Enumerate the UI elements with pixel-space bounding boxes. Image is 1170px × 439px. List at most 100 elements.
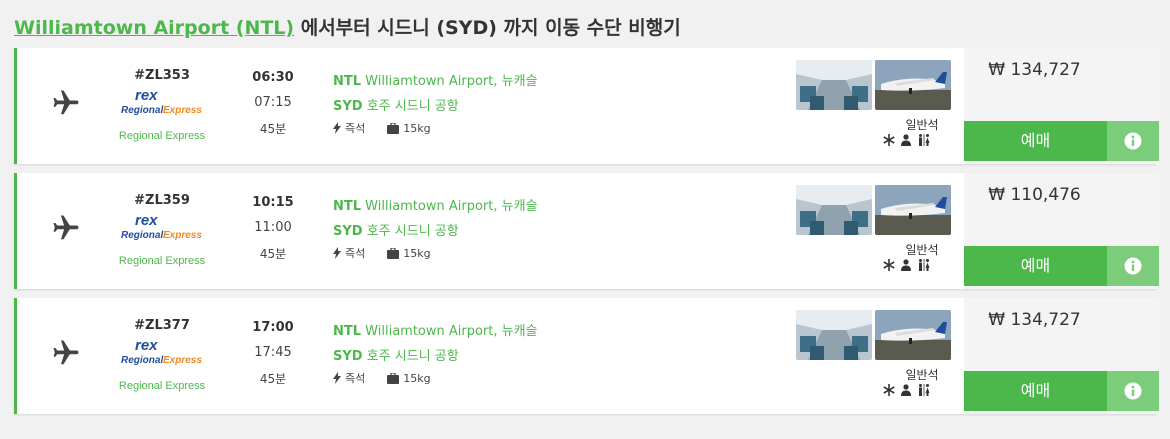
info-button[interactable] xyxy=(1107,121,1159,161)
flight-card: #ZL377 rex Regional Express Regional Exp… xyxy=(14,298,1159,414)
svg-text:Express: Express xyxy=(163,230,202,241)
cabin-amenities xyxy=(883,384,931,396)
heading-rest: 에서부터 시드니 (SYD) 까지 이동 수단 비행기 xyxy=(294,17,681,39)
origin-code: NTL xyxy=(333,74,362,89)
svg-text:rex: rex xyxy=(135,87,158,104)
airplane-icon xyxy=(53,90,79,115)
airline-name: Regional Express xyxy=(118,380,206,392)
svg-text:rex: rex xyxy=(135,337,158,354)
aircraft-photo[interactable] xyxy=(875,60,951,110)
luggage-icon xyxy=(387,247,400,259)
destination-name: 호주 시드니 공항 xyxy=(366,349,459,364)
luggage-icon xyxy=(387,372,400,384)
svg-text:Regional: Regional xyxy=(121,355,163,366)
airplane-icon xyxy=(53,340,79,365)
origin-code: NTL xyxy=(333,324,362,339)
svg-text:Express: Express xyxy=(163,105,202,116)
flight-card: #ZL353 rex Regional Express Regional Exp… xyxy=(14,48,1159,164)
arrival-time: 17:45 xyxy=(254,345,292,360)
restroom-icon xyxy=(919,259,930,271)
seat-class: 일반석 xyxy=(905,243,939,257)
cabin-amenities xyxy=(883,134,931,146)
arrival-time: 11:00 xyxy=(254,220,292,235)
origin-code: NTL xyxy=(333,199,362,214)
bag-label: 15kg xyxy=(403,121,431,135)
amenities: 즉석 15kg xyxy=(333,370,431,386)
destination-code: SYD xyxy=(333,224,363,239)
origin-name: Williamtown Airport, 뉴캐슬 xyxy=(365,74,538,89)
cabin-photo[interactable] xyxy=(796,185,872,235)
duration: 45분 xyxy=(259,122,287,136)
info-icon xyxy=(1124,382,1142,400)
person-icon xyxy=(901,134,911,146)
info-button[interactable] xyxy=(1107,246,1159,286)
destination-route: SYD 호주 시드니 공항 xyxy=(333,95,459,114)
origin-name: Williamtown Airport, 뉴캐슬 xyxy=(365,199,538,214)
airplane-icon xyxy=(53,215,79,240)
restroom-icon xyxy=(919,134,930,146)
bag-label: 15kg xyxy=(403,371,431,385)
origin-name: Williamtown Airport, 뉴캐슬 xyxy=(365,324,538,339)
destination-code: SYD xyxy=(333,99,363,114)
info-button[interactable] xyxy=(1107,371,1159,411)
cabin-photo[interactable] xyxy=(796,60,872,110)
seat-class: 일반석 xyxy=(905,368,939,382)
flight-number: #ZL377 xyxy=(134,318,190,333)
destination-route: SYD 호주 시드니 공항 xyxy=(333,220,459,239)
airline-logo: rex Regional Express xyxy=(121,337,202,366)
destination-code: SYD xyxy=(333,349,363,364)
airline-logo: rex Regional Express xyxy=(121,212,202,241)
person-icon xyxy=(901,259,911,271)
amenities: 즉석 15kg xyxy=(333,245,431,261)
departure-time: 10:15 xyxy=(252,195,294,210)
duration: 45분 xyxy=(259,372,287,386)
origin-airport-link[interactable]: Williamtown Airport (NTL) xyxy=(14,17,294,39)
price: ₩ 134,727 xyxy=(988,310,1081,330)
seat-label: 즉석 xyxy=(345,122,366,135)
departure-time: 06:30 xyxy=(252,70,294,85)
snowflake-icon xyxy=(883,259,895,271)
book-button[interactable]: 예매 xyxy=(964,121,1107,161)
book-button[interactable]: 예매 xyxy=(964,371,1107,411)
snowflake-icon xyxy=(883,384,895,396)
lightning-icon xyxy=(333,122,341,134)
aircraft-photo[interactable] xyxy=(875,185,951,235)
arrival-time: 07:15 xyxy=(254,95,292,110)
departure-time: 17:00 xyxy=(252,320,294,335)
book-button[interactable]: 예매 xyxy=(964,246,1107,286)
cabin-photo[interactable] xyxy=(796,310,872,360)
aircraft-photo[interactable] xyxy=(875,310,951,360)
origin-route: NTL Williamtown Airport, 뉴캐슬 xyxy=(333,320,538,339)
person-icon xyxy=(901,384,911,396)
bag-label: 15kg xyxy=(403,246,431,260)
destination-name: 호주 시드니 공항 xyxy=(366,224,459,239)
snowflake-icon xyxy=(883,134,895,146)
seat-class: 일반석 xyxy=(905,118,939,132)
duration: 45분 xyxy=(259,247,287,261)
amenities: 즉석 15kg xyxy=(333,120,431,136)
flight-number: #ZL359 xyxy=(134,193,190,208)
airline-name: Regional Express xyxy=(118,255,206,267)
info-icon xyxy=(1124,257,1142,275)
price: ₩ 110,476 xyxy=(988,185,1081,205)
restroom-icon xyxy=(919,384,930,396)
cabin-amenities xyxy=(883,259,931,271)
lightning-icon xyxy=(333,247,341,259)
price: ₩ 134,727 xyxy=(988,60,1081,80)
svg-text:Express: Express xyxy=(163,355,202,366)
destination-name: 호주 시드니 공항 xyxy=(366,99,459,114)
svg-text:Regional: Regional xyxy=(121,230,163,241)
luggage-icon xyxy=(387,122,400,134)
info-icon xyxy=(1124,132,1142,150)
destination-route: SYD 호주 시드니 공항 xyxy=(333,345,459,364)
airline-name: Regional Express xyxy=(118,130,206,142)
flight-card: #ZL359 rex Regional Express Regional Exp… xyxy=(14,173,1159,289)
origin-route: NTL Williamtown Airport, 뉴캐슬 xyxy=(333,195,538,214)
seat-label: 즉석 xyxy=(345,372,366,385)
lightning-icon xyxy=(333,372,341,384)
svg-text:Regional: Regional xyxy=(121,105,163,116)
seat-label: 즉석 xyxy=(345,247,366,260)
flight-number: #ZL353 xyxy=(134,68,190,83)
airline-logo: rex Regional Express xyxy=(121,87,202,116)
svg-text:rex: rex xyxy=(135,212,158,229)
